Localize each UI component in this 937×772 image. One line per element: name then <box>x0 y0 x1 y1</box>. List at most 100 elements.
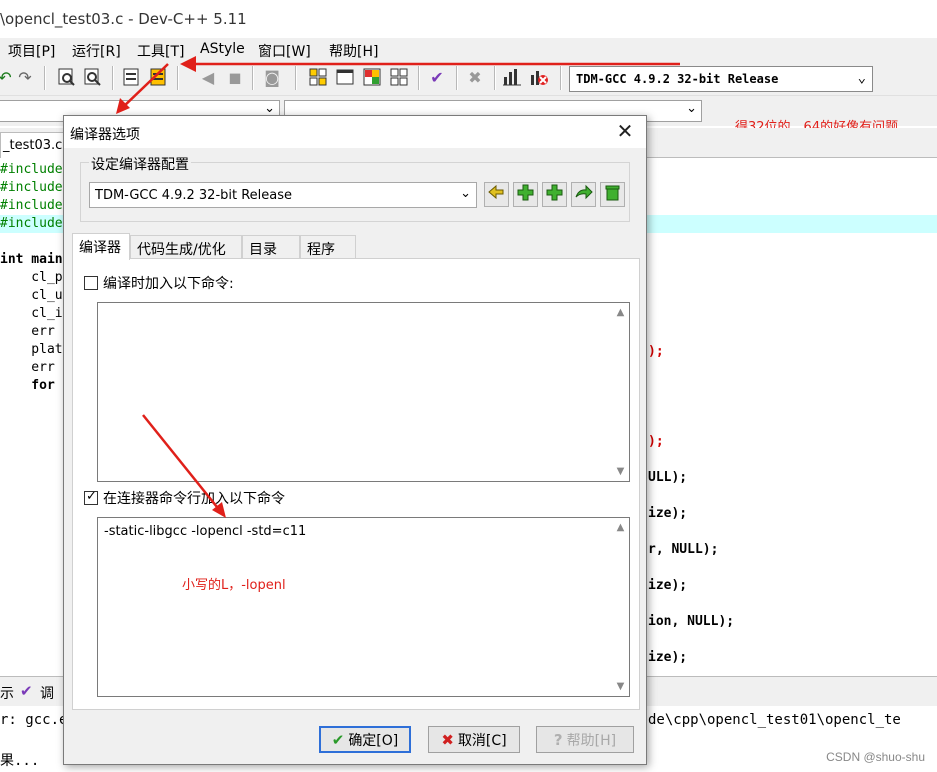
export-config-button[interactable] <box>571 182 596 207</box>
scrollbar[interactable]: ▲ ▼ <box>612 303 629 481</box>
compiler-tab-panel: 编译时加入以下命令: ▲ ▼ ✓ 在连接器命令行加入以下命令 -static-l… <box>72 258 640 710</box>
menu-run[interactable]: 运行[R] <box>72 41 121 61</box>
rename-config-button[interactable] <box>484 182 509 207</box>
tab-directories[interactable]: 目录 <box>242 235 300 259</box>
log-line: 果... <box>0 753 40 769</box>
scroll-down-icon[interactable]: ▼ <box>612 463 629 480</box>
toolbar-separator <box>418 66 420 90</box>
delete-chart-icon[interactable] <box>528 67 550 89</box>
new-project-icon[interactable] <box>307 67 329 89</box>
compile-cmd-textarea[interactable]: ▲ ▼ <box>97 302 630 482</box>
dialog-tabs: 编译器 代码生成/优化 目录 程序 <box>72 233 640 260</box>
code-line: #include <box>0 216 63 231</box>
code-line: cl_i <box>0 306 63 321</box>
replace-icon[interactable] <box>82 67 104 89</box>
menu-astyle[interactable]: AStyle <box>200 41 245 57</box>
window-title: \opencl_test03.c - Dev-C++ 5.11 <box>0 10 247 28</box>
window-titlebar: \opencl_test03.c - Dev-C++ 5.11 <box>0 0 937 38</box>
dialog-titlebar: 编译器选项 ✕ <box>64 116 646 148</box>
compiler-select[interactable]: TDM-GCC 4.9.2 32-bit Release ⌄ <box>569 66 873 92</box>
menu-project[interactable]: 项目[P] <box>8 41 55 61</box>
menu-tools[interactable]: 工具[T] <box>137 41 184 61</box>
code-fragment: ion, NULL); <box>648 614 735 629</box>
code-line: #include <box>0 198 63 213</box>
log-line: r: gcc.e <box>0 712 68 728</box>
tab-compiler[interactable]: 编译器 <box>72 233 130 260</box>
compiler-config-value: TDM-GCC 4.9.2 32-bit Release <box>95 188 293 203</box>
tab-programs[interactable]: 程序 <box>300 235 356 259</box>
help-label: 帮助[H] <box>566 732 617 749</box>
bookmark-prev-icon[interactable]: ◀ <box>197 67 219 89</box>
chevron-down-icon: ⌄ <box>460 186 471 201</box>
check-icon[interactable]: ✔ <box>426 67 448 89</box>
code-fragment: ); <box>648 434 664 449</box>
toolbar-separator <box>494 66 496 90</box>
grid-icon[interactable] <box>388 67 410 89</box>
indent-icon[interactable] <box>120 67 142 89</box>
cancel-label: 取消[C] <box>457 732 507 749</box>
code-line: cl_p <box>0 270 63 285</box>
code-fragment: ize); <box>648 650 688 665</box>
menu-window[interactable]: 窗口[W] <box>258 41 311 61</box>
find-icon[interactable] <box>56 67 78 89</box>
compile-cmd-label: 编译时加入以下命令: <box>103 276 234 292</box>
linker-cmd-checkbox-row[interactable]: ✓ 在连接器命令行加入以下命令 <box>84 488 285 508</box>
linker-cmd-text: -static-libgcc -lopencl -std=c11 <box>104 524 307 539</box>
linker-cmd-checkbox[interactable]: ✓ <box>84 489 98 505</box>
window-icon[interactable] <box>334 67 356 89</box>
close-icon[interactable]: ✕ <box>614 120 636 142</box>
linker-cmd-textarea[interactable]: -static-libgcc -lopencl -std=c11 小写的L，-l… <box>97 517 630 697</box>
menu-help[interactable]: 帮助[H] <box>329 41 378 61</box>
watermark: CSDN @shuo-shu <box>826 750 925 764</box>
toolbar-separator <box>112 66 114 90</box>
scroll-up-icon[interactable]: ▲ <box>612 304 629 321</box>
chevron-down-icon: ⌄ <box>264 101 275 116</box>
goto-line-icon[interactable]: ◙ <box>261 67 283 89</box>
compile-cmd-checkbox-row[interactable]: 编译时加入以下命令: <box>84 273 234 293</box>
code-fragment: ize); <box>648 506 688 521</box>
help-button[interactable]: ? 帮助[H] <box>536 726 634 753</box>
compiler-config-group: 设定编译器配置 TDM-GCC 4.9.2 32-bit Release ⌄ <box>80 154 630 222</box>
toolbar: ↶ ↷ ◀ ◼ ◙ ✔ ✖ TDM-GCC 4.9.2 32-bit Relea… <box>0 62 937 96</box>
chevron-down-icon: ⌄ <box>686 101 697 116</box>
menu-bar: 项目[P] 运行[R] 工具[T] AStyle 窗口[W] 帮助[H] <box>0 38 937 62</box>
toolbar-separator <box>177 66 179 90</box>
code-line: cl_u <box>0 288 63 303</box>
scroll-down-icon[interactable]: ▼ <box>612 678 629 695</box>
compiler-config-select[interactable]: TDM-GCC 4.9.2 32-bit Release ⌄ <box>89 182 477 208</box>
bottom-tab-debug[interactable]: 调 <box>40 683 54 703</box>
log-line-tail: de\cpp\opencl_test01\opencl_te <box>648 712 901 728</box>
tab-label: 编译器 <box>79 240 121 256</box>
tab-codegen[interactable]: 代码生成/优化 <box>130 235 242 259</box>
cancel-button[interactable]: ✖ 取消[C] <box>428 726 520 753</box>
toolbar-separator <box>560 66 562 90</box>
code-line: int main <box>0 252 63 267</box>
compile-cmd-checkbox[interactable] <box>84 276 98 290</box>
annotation-lowercase-note: 小写的L，-lopenl <box>182 578 286 593</box>
ok-button[interactable]: ✔ 确定[O] <box>319 726 411 753</box>
group-label: 设定编译器配置 <box>89 154 191 174</box>
redo-icon[interactable]: ↷ <box>14 67 36 89</box>
chart-icon[interactable] <box>501 67 523 89</box>
add-config-copy-button[interactable] <box>542 182 567 207</box>
unindent-icon[interactable] <box>147 67 169 89</box>
code-fragment: ULL); <box>648 470 688 485</box>
compiler-options-dialog: 编译器选项 ✕ 设定编译器配置 TDM-GCC 4.9.2 32-bit Rel… <box>63 115 647 765</box>
add-config-button[interactable] <box>513 182 538 207</box>
compiler-select-value: TDM-GCC 4.9.2 32-bit Release <box>576 72 779 86</box>
linker-cmd-label: 在连接器命令行加入以下命令 <box>103 491 285 507</box>
scroll-up-icon[interactable]: ▲ <box>612 519 629 536</box>
color-grid-icon[interactable] <box>361 67 383 89</box>
scrollbar[interactable]: ▲ ▼ <box>612 518 629 696</box>
tab-label: 目录 <box>249 242 277 258</box>
close-file-icon[interactable]: ✖ <box>464 67 486 89</box>
debug-check-icon: ✔ <box>20 682 33 700</box>
bottom-tab-messages[interactable]: 示 <box>0 683 14 703</box>
code-line: #include <box>0 162 63 177</box>
code-fragment: ); <box>648 344 664 359</box>
delete-config-button[interactable] <box>600 182 625 207</box>
bookmark-next-icon[interactable]: ◼ <box>224 67 246 89</box>
file-tab-label: _test03.c <box>3 138 63 153</box>
file-tab[interactable]: _test03.c <box>0 132 64 158</box>
checkmark-icon: ✓ <box>86 489 97 504</box>
